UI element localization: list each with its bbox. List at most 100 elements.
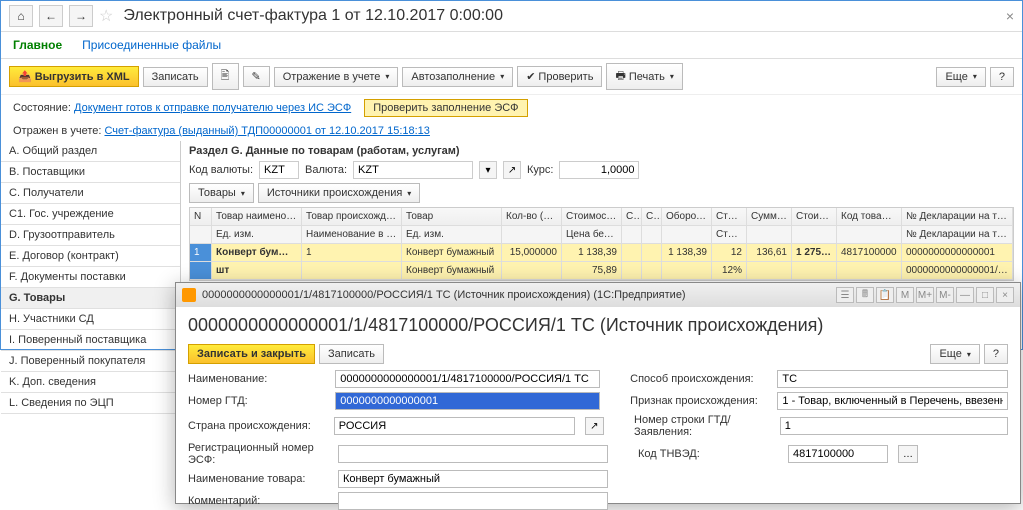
titlebar: ⌂ ← → ☆ Электронный счет-фактура 1 от 12… [1,1,1022,32]
tab-main[interactable]: Главное [13,38,62,52]
sidebar-item-f[interactable]: F. Документы поставки [1,267,180,288]
source-modal: 0000000000000001/1/4817100000/РОССИЯ/1 Т… [175,282,1021,504]
reflected-label: Отражен в учете: [13,125,101,137]
goods-table: NТовар наименованиеТовар происхожденияТо… [189,207,1014,281]
modal-heading: 0000000000000001/1/4817100000/РОССИЯ/1 Т… [176,307,1020,344]
currency-code-input[interactable] [259,161,299,179]
tnved-input[interactable] [788,445,888,463]
goods-label: Наименование товара: [188,473,328,485]
sidebar-item-g[interactable]: G. Товары [1,288,180,309]
favorite-icon[interactable]: ☆ [99,6,113,26]
subtabs: Товары▾ Источники происхождения▾ [189,183,1014,203]
country-input[interactable] [334,417,575,435]
reg-input[interactable] [338,445,608,463]
line-input[interactable] [780,417,1008,435]
sidebar: A. Общий раздел B. Поставщики C. Получат… [1,141,181,371]
sidebar-item-b[interactable]: B. Поставщики [1,162,180,183]
reflected-row: Отражен в учете: Счет-фактура (выданный)… [1,121,1022,141]
sidebar-item-e[interactable]: E. Договор (контракт) [1,246,180,267]
check-button[interactable]: ✔Проверить [517,66,602,87]
status-label: Состояние: [13,102,71,114]
gtd-label: Номер ГТД: [188,395,325,407]
modal-tool-1[interactable]: ☰ [836,287,854,303]
window-title: Электронный счет-фактура 1 от 12.10.2017… [123,7,503,25]
line-label: Номер строки ГТД/Заявления: [634,414,770,438]
reflected-link[interactable]: Счет-фактура (выданный) ТДП00000001 от 1… [104,125,429,137]
modal-tool-3[interactable]: 📋 [876,287,894,303]
modal-m[interactable]: M [896,287,914,303]
sidebar-item-j[interactable]: J. Поверенный покупателя [1,351,180,372]
method-input[interactable] [777,370,1008,388]
home-button[interactable]: ⌂ [9,5,33,27]
modal-body: Наименование: Способ происхождения: Номе… [176,370,1020,510]
modal-more-button[interactable]: Еще▾ [930,344,979,364]
modal-maximize[interactable]: □ [976,287,994,303]
name-label: Наименование: [188,373,325,385]
table-subheader: Ед. изм.Наименование в соответствии с …Е… [190,226,1013,244]
modal-tool-2[interactable]: 🖩 [856,287,874,303]
sidebar-item-a[interactable]: A. Общий раздел [1,141,180,162]
modal-minimize[interactable]: — [956,287,974,303]
tabs: Главное Присоединенные файлы [1,32,1022,59]
sidebar-item-l[interactable]: L. Сведения по ЭЦП [1,393,180,414]
reg-label: Регистрационный номер ЭСФ: [188,442,328,466]
goods-input[interactable] [338,470,608,488]
icon-button-1[interactable]: 🖹 [212,63,239,90]
feature-input[interactable] [777,392,1008,410]
sidebar-item-d[interactable]: D. Грузоотправитель [1,225,180,246]
comment-label: Комментарий: [188,495,328,507]
section-title: Раздел G. Данные по товарам (работам, ус… [189,145,1014,157]
modal-mplus[interactable]: M+ [916,287,934,303]
country-open[interactable]: ↗ [585,417,604,435]
close-button[interactable]: × [1006,8,1014,24]
sidebar-item-c[interactable]: C. Получатели [1,183,180,204]
modal-close[interactable]: × [996,287,1014,303]
print-button[interactable]: 🖶Печать▾ [606,63,682,90]
autofill-button[interactable]: Автозаполнение▾ [402,67,513,87]
rate-input[interactable] [559,161,639,179]
subtab-goods[interactable]: Товары▾ [189,183,254,203]
table-row[interactable]: 1Конверт бум…1Конверт бумажный15,0000001… [190,244,1013,262]
tnved-label: Код ТНВЭД: [638,448,778,460]
save-close-button[interactable]: Записать и закрыть [188,344,315,364]
currency-row: Код валюты: Валюта: ▾ ↗ Курс: [189,161,1014,179]
modal-title: 0000000000000001/1/4817100000/РОССИЯ/1 Т… [202,289,830,301]
gtd-input[interactable] [335,392,600,410]
validate-button[interactable]: Проверить заполнение ЭСФ [364,99,527,117]
currency-dropdown[interactable]: ▾ [479,161,497,179]
currency-input[interactable] [353,161,473,179]
currency-label: Валюта: [305,164,347,176]
table-row[interactable]: штКонверт бумажный75,8912%00000000000000… [190,262,1013,280]
reflect-button[interactable]: Отражение в учете▾ [274,67,399,87]
more-button[interactable]: Еще▾ [936,67,985,87]
feature-label: Признак происхождения: [630,395,767,407]
tnved-pick[interactable]: … [898,445,918,463]
app-icon [182,288,196,302]
status-link[interactable]: Документ готов к отправке получателю чер… [74,102,351,114]
table-header: NТовар наименованиеТовар происхожденияТо… [190,208,1013,226]
sidebar-item-k[interactable]: K. Доп. сведения [1,372,180,393]
comment-input[interactable] [338,492,608,510]
export-xml-button[interactable]: 📤Выгрузить в XML [9,66,139,87]
tab-files[interactable]: Присоединенные файлы [82,38,221,52]
name-input[interactable] [335,370,600,388]
modal-help-button[interactable]: ? [984,344,1008,364]
subtab-sources[interactable]: Источники происхождения▾ [258,183,420,203]
sidebar-item-h[interactable]: H. Участники СД [1,309,180,330]
currency-code-label: Код валюты: [189,164,253,176]
sidebar-item-c1[interactable]: C1. Гос. учреждение [1,204,180,225]
icon-button-2[interactable]: ✎ [243,66,270,87]
save-button[interactable]: Записать [143,67,208,87]
currency-open[interactable]: ↗ [503,161,521,179]
modal-mminus[interactable]: M- [936,287,954,303]
rate-label: Курс: [527,164,553,176]
back-button[interactable]: ← [39,5,63,27]
forward-button[interactable]: → [69,5,93,27]
toolbar: 📤Выгрузить в XML Записать 🖹 ✎ Отражение … [1,59,1022,95]
help-button[interactable]: ? [990,67,1014,87]
sidebar-item-i[interactable]: I. Поверенный поставщика [1,330,180,351]
modal-save-button[interactable]: Записать [319,344,384,364]
country-label: Страна происхождения: [188,420,324,432]
status-row: Состояние: Документ готов к отправке пол… [1,95,1022,121]
modal-toolbar: Записать и закрыть Записать Еще▾ ? [176,344,1020,370]
